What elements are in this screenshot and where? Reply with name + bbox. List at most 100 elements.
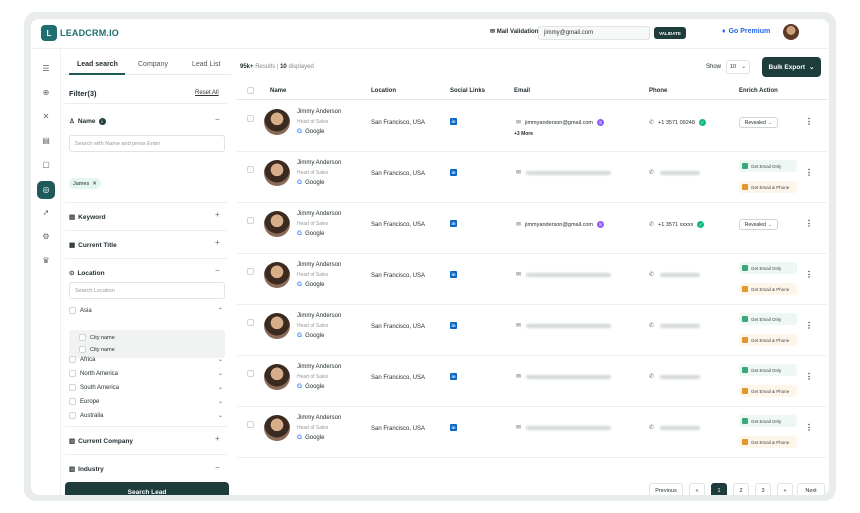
row-checkbox[interactable] [247, 370, 254, 377]
region-asia[interactable]: Asia ⌃ [69, 307, 225, 314]
get-email-only-button[interactable]: Get Email Only [739, 160, 797, 172]
database-icon[interactable]: ◎ [37, 181, 55, 199]
linkedin-icon[interactable]: in [450, 169, 457, 176]
rocket-icon[interactable]: ➚ [40, 207, 52, 219]
globe-icon[interactable]: ⊕ [40, 87, 52, 99]
bulk-export-button[interactable]: Bulk Export ⌄ [762, 57, 821, 77]
document-icon[interactable]: ▤ [40, 135, 52, 147]
first-page-icon[interactable]: « [689, 483, 705, 495]
checkbox[interactable] [69, 384, 76, 391]
column-header-enrich[interactable]: Enrich Action [739, 88, 778, 94]
table-row[interactable]: Jimmy Anderson Head of Sales G Google San Fr… [237, 356, 827, 407]
lead-name[interactable]: Jimmy Anderson [297, 415, 341, 421]
checkbox[interactable] [79, 346, 86, 353]
more-options-icon[interactable]: ⋮ [805, 372, 813, 381]
linkedin-icon[interactable]: in [450, 271, 457, 278]
column-header-email[interactable]: Email [514, 88, 530, 94]
location-section-header[interactable]: ⊙ Location [69, 269, 105, 278]
get-email-only-button[interactable]: Get Email Only [739, 313, 797, 325]
get-email-only-button[interactable]: Get Email Only [739, 415, 797, 427]
expand-icon[interactable]: + [215, 238, 220, 247]
table-row[interactable]: Jimmy Anderson Head of Sales G Google San Fr… [237, 203, 827, 254]
more-options-icon[interactable]: ⋮ [805, 423, 813, 432]
region-europe[interactable]: Europe ⌄ [69, 398, 225, 405]
mail-validation-input[interactable]: jimmy@gmail.com [538, 26, 650, 40]
chevron-down-icon[interactable]: ⌄ [218, 412, 223, 419]
get-email-phone-button[interactable]: Get Email & Phone [739, 181, 797, 193]
more-options-icon[interactable]: ⋮ [805, 117, 813, 126]
city-item[interactable]: City name [79, 346, 115, 353]
page-1-button[interactable]: 1 [711, 483, 727, 495]
current-title-section-header[interactable]: ▦ Current Title [69, 241, 117, 250]
keyword-section-header[interactable]: ▤ Keyword [69, 213, 106, 222]
leads-icon[interactable]: ☰ [40, 63, 52, 75]
next-page-button[interactable]: Next [797, 483, 825, 495]
column-header-location[interactable]: Location [371, 88, 396, 94]
trophy-icon[interactable]: ♛ [40, 255, 52, 267]
row-checkbox[interactable] [247, 115, 254, 122]
table-row[interactable]: Jimmy Anderson Head of Sales G Google San Fr… [237, 407, 827, 458]
get-email-phone-button[interactable]: Get Email & Phone [739, 334, 797, 346]
more-options-icon[interactable]: ⋮ [805, 219, 813, 228]
tab-lead-search[interactable]: Lead search [77, 61, 118, 68]
row-checkbox[interactable] [247, 268, 254, 275]
company-section-header[interactable]: ▥ Current Company [69, 437, 133, 446]
lead-name[interactable]: Jimmy Anderson [297, 109, 341, 115]
row-checkbox[interactable] [247, 319, 254, 326]
checkbox[interactable] [69, 370, 76, 377]
get-email-phone-button[interactable]: Get Email & Phone [739, 436, 797, 448]
checkbox[interactable] [69, 398, 76, 405]
expand-icon[interactable]: + [215, 434, 220, 443]
column-header-social[interactable]: Social Links [450, 88, 485, 94]
search-lead-button[interactable]: Search Lead [65, 482, 229, 495]
reset-all-link[interactable]: Reset All [195, 90, 219, 96]
linkedin-icon[interactable]: in [450, 118, 457, 125]
linkedin-icon[interactable]: in [450, 424, 457, 431]
lead-name[interactable]: Jimmy Anderson [297, 262, 341, 268]
tab-company[interactable]: Company [138, 61, 168, 68]
lead-name[interactable]: Jimmy Anderson [297, 160, 341, 166]
column-header-name[interactable]: Name [270, 88, 286, 94]
linkedin-icon[interactable]: in [450, 373, 457, 380]
linkedin-icon[interactable]: in [450, 220, 457, 227]
last-page-icon[interactable]: » [777, 483, 793, 495]
revealed-button[interactable]: Revealed → [739, 219, 778, 230]
tab-lead-list[interactable]: Lead List [192, 61, 220, 68]
get-email-only-button[interactable]: Get Email Only [739, 262, 797, 274]
row-checkbox[interactable] [247, 421, 254, 428]
name-search-input[interactable]: Search with Name and press Enter [69, 135, 225, 152]
lead-name[interactable]: Jimmy Anderson [297, 364, 341, 370]
more-emails-link[interactable]: +3 More [514, 131, 533, 137]
collapse-icon[interactable]: − [215, 463, 220, 472]
select-all-checkbox[interactable] [247, 87, 254, 94]
city-item[interactable]: City name [79, 334, 115, 341]
page-2-button[interactable]: 2 [733, 483, 749, 495]
get-email-phone-button[interactable]: Get Email & Phone [739, 385, 797, 397]
revealed-button[interactable]: Revealed → [739, 117, 778, 128]
page-size-select[interactable]: 10 ⌄ [726, 60, 750, 74]
table-row[interactable]: Jimmy Anderson Head of Sales G Google San Fr… [237, 254, 827, 305]
chevron-down-icon[interactable]: ⌄ [218, 384, 223, 391]
table-row[interactable]: Jimmy Anderson Head of Sales G Google San Fr… [237, 305, 827, 356]
checkbox[interactable] [69, 356, 76, 363]
table-row[interactable]: Jimmy Anderson Head of Sales G Google San Fr… [237, 101, 827, 152]
gear-icon[interactable]: ⚙ [40, 231, 52, 243]
expand-icon[interactable]: + [215, 210, 220, 219]
column-header-phone[interactable]: Phone [649, 88, 667, 94]
chevron-down-icon[interactable]: ⌄ [218, 356, 223, 363]
location-search-input[interactable]: Search Location [69, 282, 225, 299]
clipboard-icon[interactable]: ▢ [40, 159, 52, 171]
region-north-america[interactable]: North America ⌄ [69, 370, 225, 377]
page-3-button[interactable]: 3 [755, 483, 771, 495]
lead-name[interactable]: Jimmy Anderson [297, 211, 341, 217]
name-section-header[interactable]: ♙ Name i [69, 117, 106, 125]
get-email-only-button[interactable]: Get Email Only [739, 364, 797, 376]
chevron-up-icon[interactable]: ⌃ [218, 307, 223, 314]
user-avatar[interactable] [783, 24, 799, 40]
logo[interactable]: L LEADCRM.IO [41, 25, 119, 41]
region-australia[interactable]: Australia ⌄ [69, 412, 225, 419]
table-row[interactable]: Jimmy Anderson Head of Sales G Google San Fr… [237, 152, 827, 203]
validate-button[interactable]: VALIDATE [654, 27, 686, 39]
get-email-phone-button[interactable]: Get Email & Phone [739, 283, 797, 295]
row-checkbox[interactable] [247, 166, 254, 173]
